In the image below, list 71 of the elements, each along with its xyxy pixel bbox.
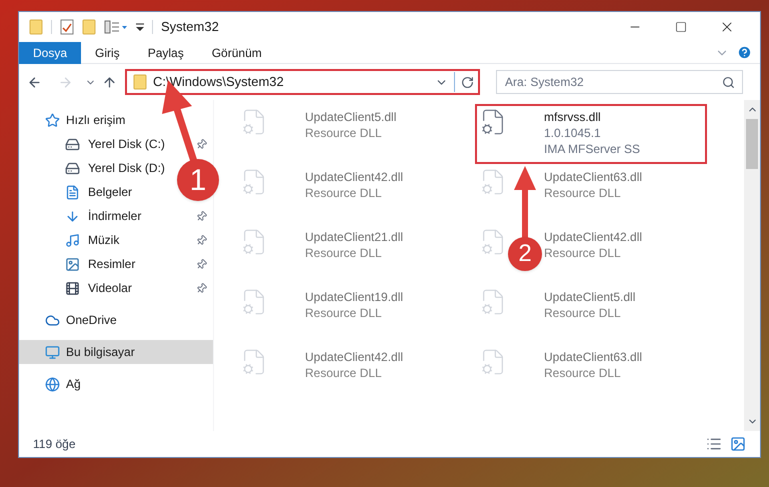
customize-toolbar-icon[interactable] [104, 20, 128, 34]
pin-icon[interactable] [196, 210, 207, 222]
music-note-icon [65, 232, 80, 248]
details-view-icon[interactable] [706, 436, 722, 452]
nav-item[interactable]: Videolar [65, 279, 132, 297]
file-detail: Resource DLL [544, 185, 622, 201]
nav-item[interactable]: İndirmeler [65, 207, 142, 225]
ribbon-tab[interactable]: Paylaş [134, 42, 198, 64]
file-name[interactable]: UpdateClient42.dll [305, 349, 404, 365]
nav-item[interactable]: Yerel Disk (C:) [65, 135, 165, 153]
file-detail: IMA MFServer SS [544, 141, 640, 157]
file-name[interactable]: UpdateClient42.dll [544, 229, 642, 245]
drive-icon [65, 136, 80, 152]
ribbon-tab[interactable]: Giriş [81, 42, 134, 64]
refresh-icon[interactable] [461, 76, 474, 88]
help-icon[interactable] [737, 45, 752, 60]
star-icon [45, 112, 60, 128]
large-icons-view-icon[interactable] [730, 436, 746, 452]
down-arrow-icon [65, 208, 80, 224]
file-detail: Resource DLL [305, 185, 383, 201]
file-name[interactable]: UpdateClient5.dll [305, 109, 396, 125]
network-globe-icon [45, 376, 60, 392]
item-count: 119 öğe [33, 436, 76, 453]
arrow-annotation [514, 166, 536, 238]
maximize-icon[interactable] [675, 21, 687, 33]
window-title: System32 [161, 18, 219, 36]
film-icon [65, 280, 80, 296]
pin-icon[interactable] [196, 282, 207, 294]
monitor-icon [45, 344, 60, 360]
file-name[interactable]: UpdateClient19.dll [305, 289, 404, 305]
cloud-icon [45, 312, 60, 328]
file-name[interactable]: UpdateClient63.dll [544, 169, 642, 185]
scroll-thumb[interactable] [746, 119, 758, 169]
properties-icon[interactable] [60, 19, 74, 35]
document-icon [65, 184, 80, 200]
file-name[interactable]: UpdateClient42.dll [305, 169, 404, 185]
file-name[interactable]: UpdateClient21.dll [305, 229, 404, 245]
ribbon-tab[interactable]: Görünüm [198, 42, 276, 64]
scrollbar[interactable] [744, 100, 760, 431]
file-detail: Resource DLL [544, 365, 622, 381]
picture-icon [65, 256, 80, 272]
file-name[interactable]: UpdateClient5.dll [544, 289, 636, 305]
dropdown-icon[interactable] [136, 22, 144, 32]
pin-icon[interactable] [196, 234, 207, 246]
address-field[interactable]: C:\Windows\System32 [125, 69, 480, 95]
drive-icon [65, 160, 80, 176]
file-name[interactable]: mfsrvss.dll [544, 109, 640, 125]
file-detail: 1.0.1045.1 [544, 125, 602, 141]
search-icon[interactable] [722, 76, 735, 89]
folder-icon [29, 19, 43, 35]
nav-item[interactable]: Ağ [45, 375, 81, 393]
file-detail: Resource DLL [305, 245, 383, 261]
file-detail: Resource DLL [544, 245, 622, 261]
file-name[interactable]: UpdateClient63.dll [544, 349, 642, 365]
nav-item[interactable]: Resimler [65, 255, 136, 273]
pin-icon[interactable] [196, 138, 207, 150]
nav-item[interactable]: Bu bilgisayar [45, 343, 135, 361]
file-detail: Resource DLL [305, 305, 383, 321]
file-detail: Resource DLL [305, 365, 383, 381]
nav-item[interactable]: Yerel Disk (D:) [65, 159, 165, 177]
pin-icon[interactable] [196, 258, 207, 270]
nav-item[interactable]: OneDrive [45, 311, 117, 329]
nav-item[interactable]: Hızlı erişim [45, 111, 126, 129]
file-detail: Resource DLL [305, 125, 383, 141]
file-detail: Resource DLL [544, 305, 622, 321]
new-folder-icon [82, 19, 96, 35]
nav-item[interactable]: Belgeler [65, 183, 132, 201]
folder-icon [133, 74, 147, 90]
nav-item[interactable]: Müzik [65, 231, 120, 249]
address-path: C:\Windows\System32 [153, 73, 284, 92]
search-field[interactable]: Ara: System32 [496, 70, 743, 94]
